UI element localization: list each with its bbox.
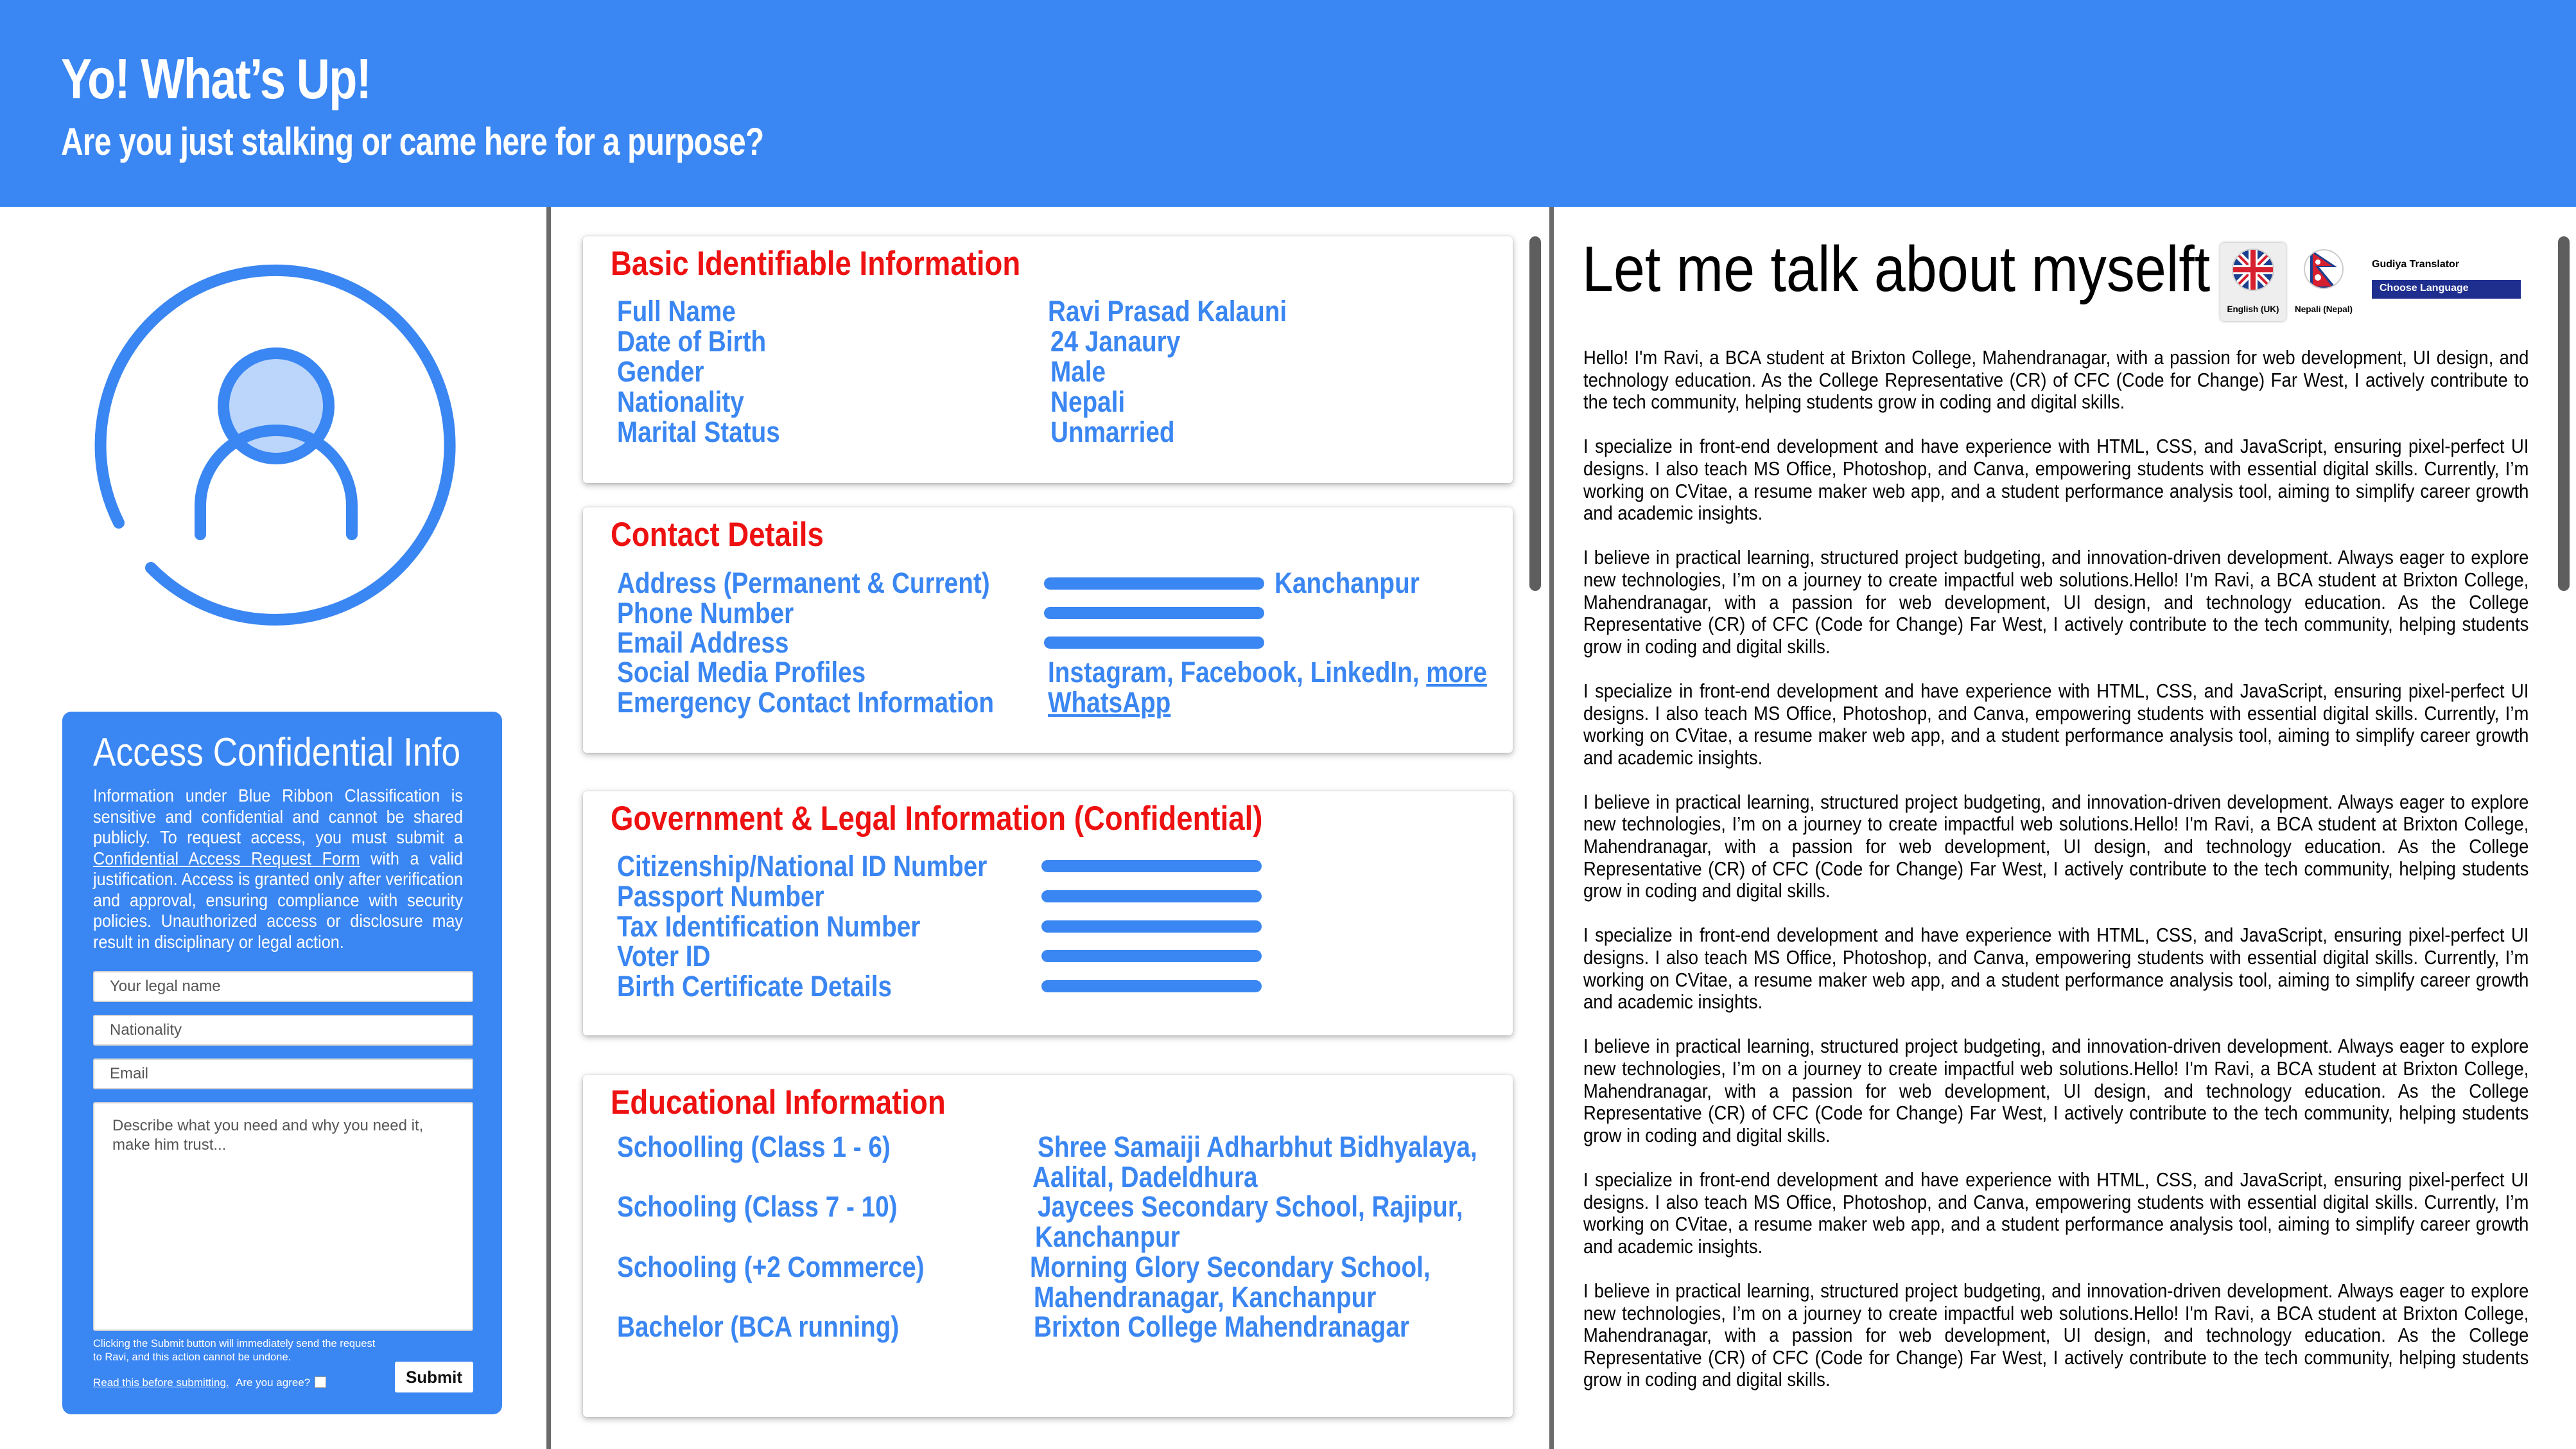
basic-label: Full Name: [617, 295, 736, 328]
about-paragraph: Hello! I'm Ravi, a BCA student at Brixto…: [1583, 347, 2529, 414]
nepal-flag-icon: [2304, 249, 2344, 289]
basic-label: Marital Status: [617, 416, 780, 448]
nepali-language-button[interactable]: Nepali (Nepal): [2291, 243, 2356, 321]
whatsapp-link[interactable]: WhatsApp: [1048, 687, 1171, 718]
educational-info-title: Educational Information: [611, 1084, 946, 1121]
education-school: Morning Glory Secondary School,: [1030, 1251, 1431, 1283]
about-paragraph: I specialize in front-end development an…: [1583, 924, 2529, 1014]
nationality-input[interactable]: [93, 1015, 473, 1046]
contact-label: Phone Number: [617, 597, 794, 629]
contact-label: Address (Permanent & Current): [617, 566, 990, 599]
middle-scrollbar[interactable]: [1529, 236, 1541, 591]
basic-value: 24 Janaury: [1050, 325, 1181, 358]
social-profiles-text: Instagram, Facebook, LinkedIn,: [1048, 656, 1427, 689]
government-label: Birth Certificate Details: [617, 970, 892, 1003]
left-column-divider: [546, 207, 551, 1449]
contact-label: Social Media Profiles: [617, 656, 866, 689]
education-school-location: Aalital, Dadeldhura: [1032, 1161, 1258, 1193]
access-description-text: Information under Blue Ribbon Classifica…: [93, 786, 463, 847]
redacted-value: [1044, 637, 1264, 649]
about-paragraph: I specialize in front-end development an…: [1583, 680, 2529, 769]
right-scrollbar[interactable]: [2558, 236, 2570, 591]
email-input[interactable]: [93, 1058, 473, 1089]
basic-value: Ravi Prasad Kalauni: [1048, 295, 1287, 328]
education-label: Schooling (+2 Commerce): [617, 1251, 925, 1283]
page-header: Yo! What’s Up! Are you just stalking or …: [0, 0, 2576, 207]
education-school: Brixton College Mahendranagar: [1034, 1310, 1409, 1343]
agree-label: Are you agree?: [236, 1376, 311, 1389]
social-profiles-value: Instagram, Facebook, LinkedIn, more: [1048, 657, 1487, 688]
access-card-title: Access Confidential Info: [93, 730, 461, 775]
education-school: Jaycees Secondary School, Rajipur,: [1038, 1190, 1463, 1223]
contact-details-title: Contact Details: [611, 516, 824, 554]
right-column-divider: [1549, 207, 1554, 1449]
uk-flag-icon: [2232, 249, 2274, 291]
government-label: Passport Number: [617, 880, 824, 913]
basic-value: Male: [1050, 355, 1106, 388]
legal-name-input[interactable]: [93, 971, 473, 1002]
agree-checkbox[interactable]: [315, 1376, 326, 1388]
educational-info-card: Educational Information Schoolling (Clas…: [583, 1075, 1513, 1417]
about-paragraph: I believe in practical learning, structu…: [1583, 1279, 2529, 1391]
redacted-value: [1041, 980, 1262, 992]
redacted-value: [1044, 577, 1264, 590]
education-school: Shree Samaiji Adharbhut Bidhyalaya,: [1038, 1130, 1477, 1163]
page-title: Yo! What’s Up!: [61, 47, 372, 110]
about-paragraph: I specialize in front-end development an…: [1583, 435, 2529, 525]
contact-label: Email Address: [617, 626, 789, 659]
page-subtitle: Are you just stalking or came here for a…: [61, 120, 764, 163]
basic-label: Gender: [617, 355, 704, 388]
education-label: Bachelor (BCA running): [617, 1310, 900, 1343]
government-label: Citizenship/National ID Number: [617, 850, 988, 883]
about-paragraph: I believe in practical learning, structu…: [1583, 547, 2529, 658]
about-paragraph: I specialize in front-end development an…: [1583, 1168, 2529, 1258]
submit-button[interactable]: Submit: [395, 1362, 473, 1392]
choose-language-select[interactable]: Choose Language: [2372, 280, 2521, 299]
nepali-language-label: Nepali (Nepal): [2294, 304, 2353, 314]
about-title: Let me talk about myselft: [1582, 233, 2211, 305]
redacted-value: [1041, 950, 1262, 962]
access-request-form-link[interactable]: Confidential Access Request Form: [93, 848, 360, 868]
about-body: Hello! I'm Ravi, a BCA student at Brixto…: [1583, 347, 2528, 1414]
basic-info-card: Basic Identifiable Information Full Name…: [583, 236, 1513, 483]
government-label: Tax Identification Number: [617, 910, 921, 943]
government-label: Voter ID: [617, 940, 711, 972]
basic-label: Date of Birth: [617, 325, 767, 358]
redacted-value: [1041, 920, 1262, 933]
contact-label: Emergency Contact Information: [617, 686, 995, 719]
access-description: Information under Blue Ribbon Classifica…: [93, 786, 463, 953]
about-paragraph: I believe in practical learning, structu…: [1583, 1035, 2529, 1146]
english-language-button[interactable]: English (UK): [2220, 243, 2286, 321]
basic-label: Nationality: [617, 385, 744, 418]
government-legal-title: Government & Legal Information (Confiden…: [611, 800, 1263, 838]
more-social-link[interactable]: more: [1426, 656, 1487, 689]
redacted-value: [1044, 607, 1264, 619]
basic-info-title: Basic Identifiable Information: [611, 245, 1021, 283]
basic-value: Nepali: [1050, 385, 1126, 418]
education-label: Schoolling (Class 1 - 6): [617, 1130, 891, 1163]
redacted-value: [1041, 860, 1262, 872]
request-message-textarea[interactable]: [93, 1102, 473, 1331]
translator-label: Gudiya Translator: [2372, 259, 2460, 270]
education-school-location: Mahendranagar, Kanchanpur: [1034, 1281, 1377, 1313]
contact-details-card: Contact Details Address (Permanent & Cur…: [583, 507, 1513, 753]
redacted-value: [1041, 890, 1262, 902]
contact-value: Kanchanpur: [1275, 566, 1420, 599]
access-request-card: Access Confidential Info Information und…: [62, 712, 502, 1414]
read-before-submitting-link[interactable]: Read this before submitting.: [93, 1376, 229, 1389]
english-language-label: English (UK): [2227, 304, 2279, 314]
education-school-location: Kanchanpur: [1035, 1220, 1180, 1253]
about-paragraph: I believe in practical learning, structu…: [1583, 791, 2529, 902]
government-legal-card: Government & Legal Information (Confiden…: [583, 791, 1513, 1035]
submit-warning-note: Clicking the Submit button will immediat…: [93, 1338, 376, 1363]
basic-value: Unmarried: [1050, 416, 1175, 448]
user-avatar-icon: [94, 264, 456, 626]
education-label: Schooling (Class 7 - 10): [617, 1190, 898, 1223]
